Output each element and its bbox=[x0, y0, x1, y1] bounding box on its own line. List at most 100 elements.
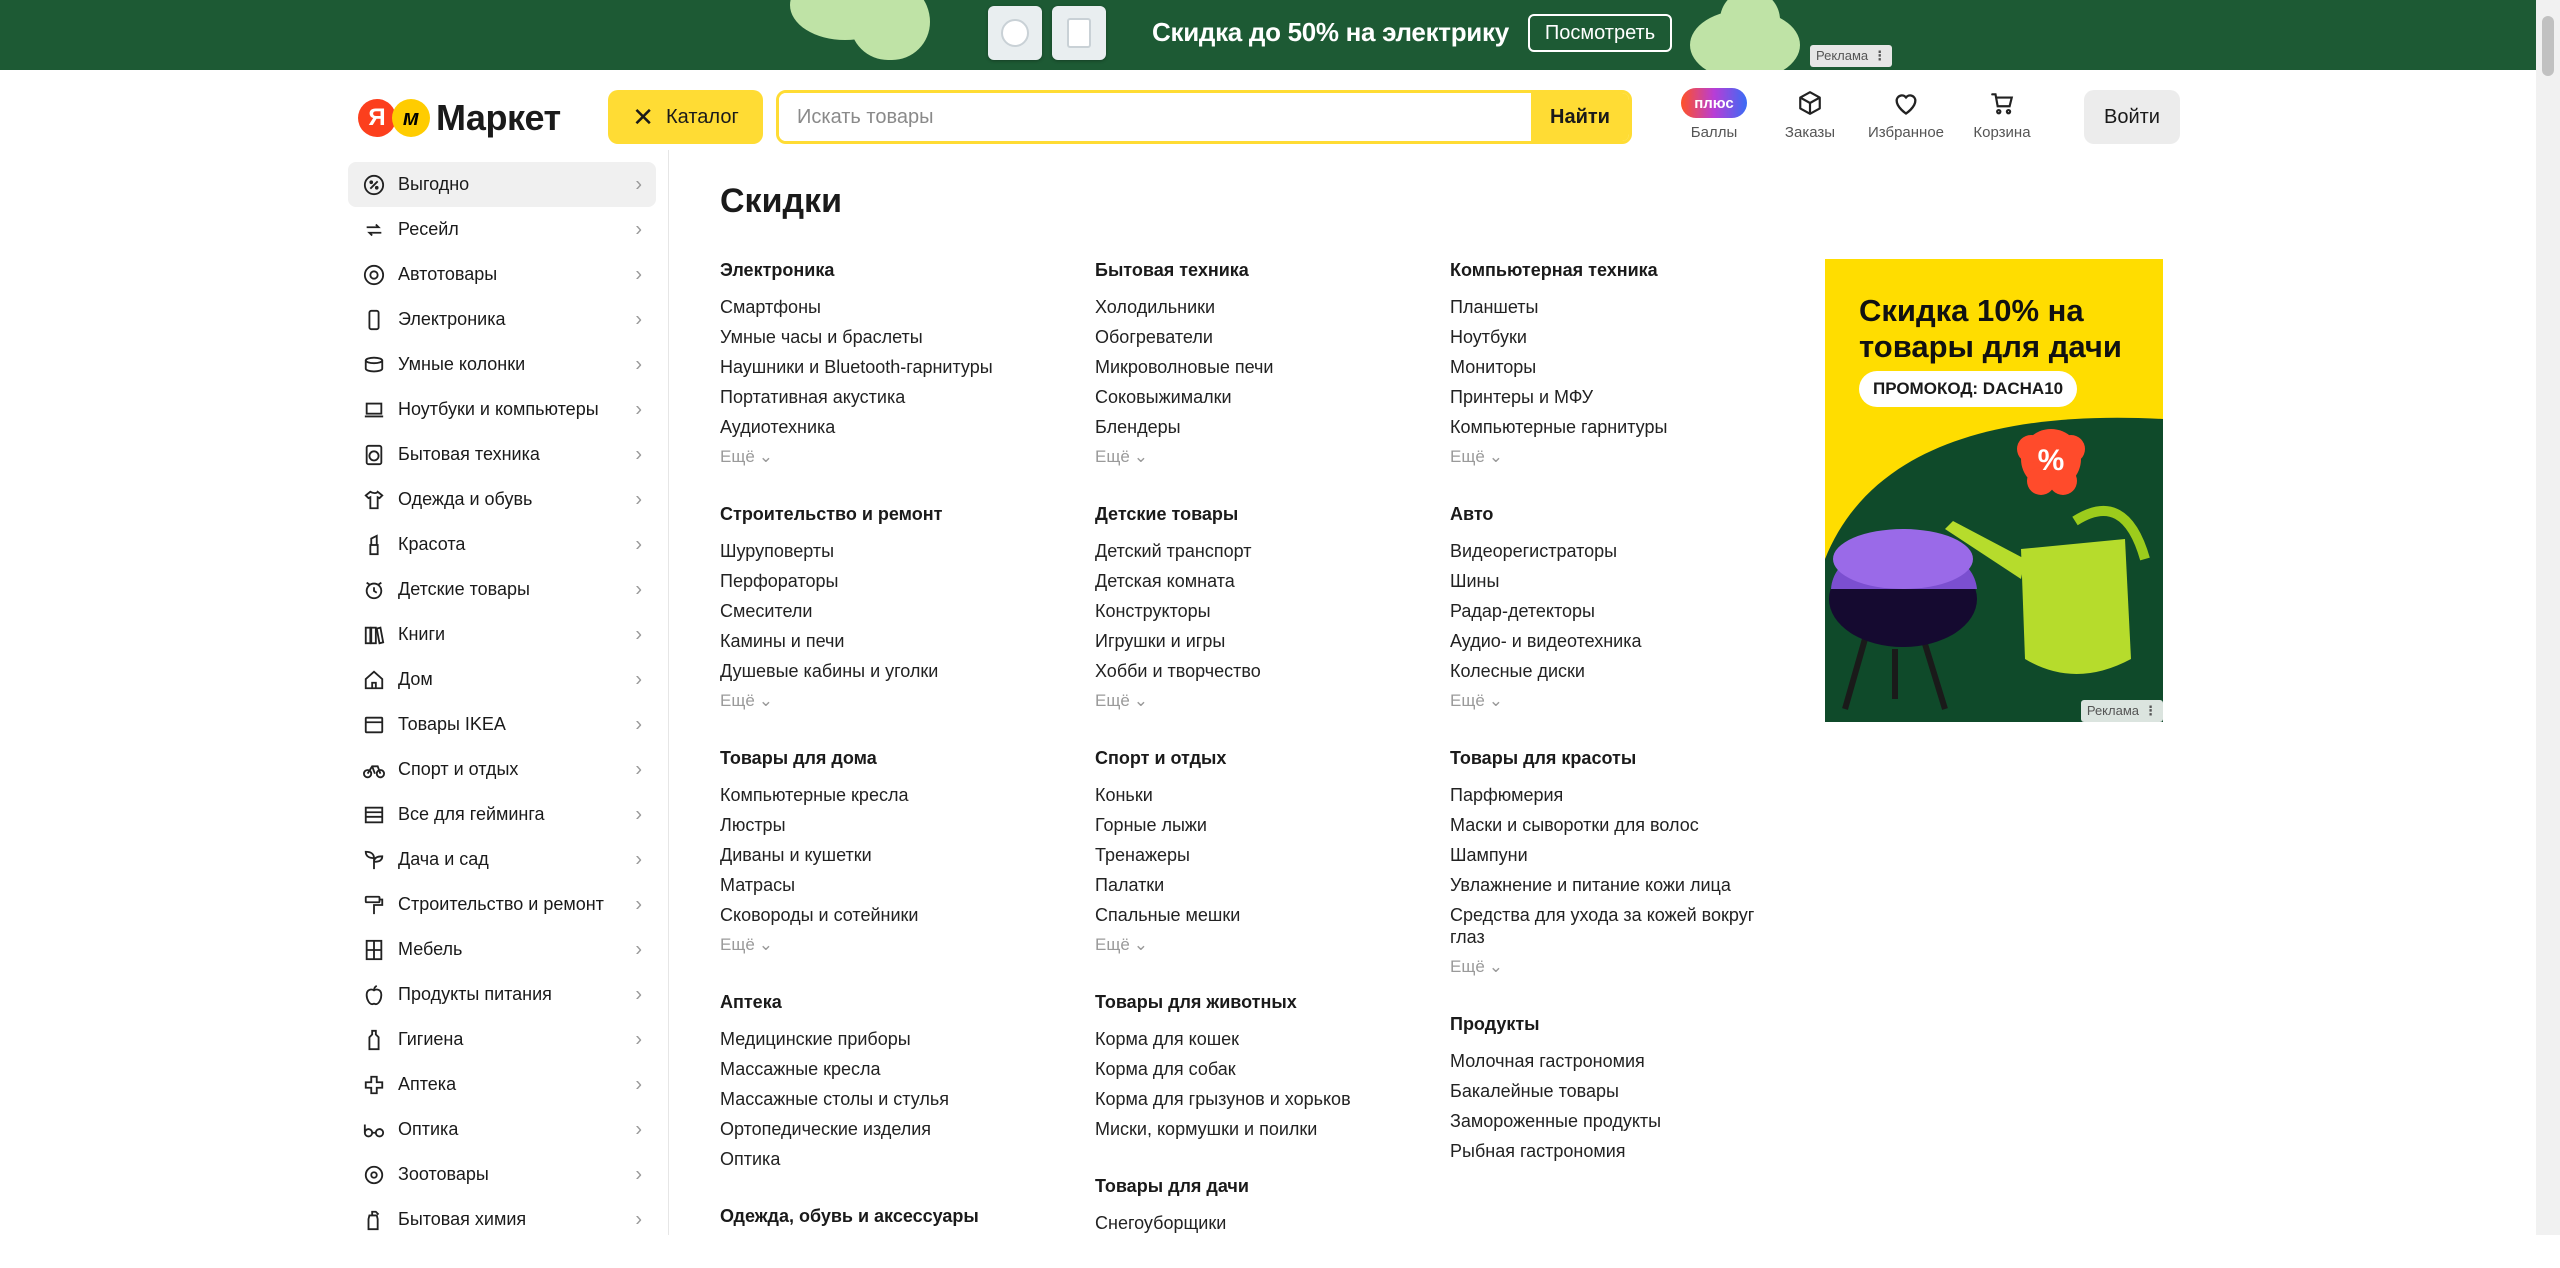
sidebar-item-beauty[interactable]: Красота › bbox=[348, 522, 656, 567]
sidebar-item-furniture[interactable]: Мебель › bbox=[348, 927, 656, 972]
category-link[interactable]: Обогреватели bbox=[1095, 322, 1435, 352]
category-link[interactable]: Хобби и творчество bbox=[1095, 656, 1435, 686]
sidebar-item-hygiene[interactable]: Гигиена › bbox=[348, 1017, 656, 1062]
show-more-button[interactable]: Ещё ⌄ bbox=[1450, 952, 1790, 982]
sidebar-item-books[interactable]: Книги › bbox=[348, 612, 656, 657]
category-link[interactable]: Диваны и кушетки bbox=[720, 840, 1060, 870]
category-link[interactable]: Душевые кабины и уголки bbox=[720, 656, 1060, 686]
category-link[interactable]: Маски и сыворотки для волос bbox=[1450, 810, 1790, 840]
nav-orders[interactable]: Заказы bbox=[1770, 88, 1850, 141]
category-link[interactable]: Игрушки и игры bbox=[1095, 626, 1435, 656]
category-link[interactable]: Шампуни bbox=[1450, 840, 1790, 870]
sidebar-item-auto[interactable]: Автотовары › bbox=[348, 252, 656, 297]
promo-view-button[interactable]: Посмотреть bbox=[1528, 14, 1672, 52]
category-link[interactable]: Медицинские приборы bbox=[720, 1024, 1060, 1054]
more-vertical-icon[interactable]: ⋮ bbox=[1873, 45, 1886, 67]
sidebar-item-food[interactable]: Продукты питания › bbox=[348, 972, 656, 1017]
category-link[interactable]: Миски, кормушки и поилки bbox=[1095, 1114, 1435, 1144]
category-link[interactable]: Наушники и Bluetooth-гарнитуры bbox=[720, 352, 1060, 382]
sidebar-item-kids[interactable]: Детские товары › bbox=[348, 567, 656, 612]
category-link[interactable]: Микроволновые печи bbox=[1095, 352, 1435, 382]
show-more-button[interactable]: Ещё ⌄ bbox=[720, 442, 1060, 472]
category-group-title[interactable]: Аптека bbox=[720, 990, 1060, 1014]
category-link[interactable]: Бакалейные товары bbox=[1450, 1076, 1790, 1106]
category-link[interactable]: Мониторы bbox=[1450, 352, 1790, 382]
category-link[interactable]: Колесные диски bbox=[1450, 656, 1790, 686]
category-link[interactable]: Соковыжималки bbox=[1095, 382, 1435, 412]
category-link[interactable]: Ортопедические изделия bbox=[720, 1114, 1060, 1144]
search-input[interactable] bbox=[779, 93, 1531, 141]
category-group-title[interactable]: Строительство и ремонт bbox=[720, 502, 1060, 526]
category-link[interactable]: Перфораторы bbox=[720, 566, 1060, 596]
category-link[interactable]: Ноутбуки bbox=[1450, 322, 1790, 352]
category-link[interactable]: Молочная гастрономия bbox=[1450, 1046, 1790, 1076]
nav-favorites[interactable]: Избранное bbox=[1866, 88, 1946, 141]
category-group-title[interactable]: Товары для красоты bbox=[1450, 746, 1790, 770]
category-link[interactable]: Детская комната bbox=[1095, 566, 1435, 596]
catalog-button[interactable]: ✕ Каталог bbox=[608, 90, 763, 144]
category-link[interactable]: Планшеты bbox=[1450, 292, 1790, 322]
show-more-button[interactable]: Ещё ⌄ bbox=[1450, 686, 1790, 716]
category-group-title[interactable]: Одежда, обувь и аксессуары bbox=[720, 1204, 1060, 1228]
ad-label[interactable]: Реклама ⋮ bbox=[2080, 700, 2163, 722]
category-link[interactable]: Спальные мешки bbox=[1095, 900, 1435, 930]
sidebar-item-laptops[interactable]: Ноутбуки и компьютеры › bbox=[348, 387, 656, 432]
category-link[interactable]: Компьютерные гарнитуры bbox=[1450, 412, 1790, 442]
category-link[interactable]: Коньки bbox=[1095, 780, 1435, 810]
category-link[interactable]: Горные лыжи bbox=[1095, 810, 1435, 840]
category-link[interactable]: Замороженные продукты bbox=[1450, 1106, 1790, 1136]
category-group-title[interactable]: Товары для животных bbox=[1095, 990, 1435, 1014]
show-more-button[interactable]: Ещё ⌄ bbox=[1450, 442, 1790, 472]
sidebar-item-clothes[interactable]: Одежда и обувь › bbox=[348, 477, 656, 522]
category-link[interactable]: Массажные кресла bbox=[720, 1054, 1060, 1084]
category-link[interactable]: Средства для ухода за кожей вокруг глаз bbox=[1450, 900, 1790, 952]
show-more-button[interactable]: Ещё ⌄ bbox=[1095, 930, 1435, 960]
category-link[interactable]: Корма для грызунов и хорьков bbox=[1095, 1084, 1435, 1114]
category-link[interactable]: Парфюмерия bbox=[1450, 780, 1790, 810]
category-link[interactable]: Портативная акустика bbox=[720, 382, 1060, 412]
nav-points[interactable]: плюс Баллы bbox=[1674, 88, 1754, 141]
category-group-title[interactable]: Авто bbox=[1450, 502, 1790, 526]
show-more-button[interactable]: Ещё ⌄ bbox=[1095, 442, 1435, 472]
sidebar-item-construction[interactable]: Строительство и ремонт › bbox=[348, 882, 656, 927]
category-group-title[interactable]: Детские товары bbox=[1095, 502, 1435, 526]
category-link[interactable]: Увлажнение и питание кожи лица bbox=[1450, 870, 1790, 900]
category-link[interactable]: Компьютерные кресла bbox=[720, 780, 1060, 810]
category-link[interactable]: Смесители bbox=[720, 596, 1060, 626]
sidebar-item-optics[interactable]: Оптика › bbox=[348, 1107, 656, 1152]
sidebar-item-ikea[interactable]: Товары IKEA › bbox=[348, 702, 656, 747]
sidebar-item-sport[interactable]: Спорт и отдых › bbox=[348, 747, 656, 792]
scrollbar-thumb[interactable] bbox=[2542, 16, 2554, 76]
category-link[interactable]: Радар-детекторы bbox=[1450, 596, 1790, 626]
category-link[interactable]: Тренажеры bbox=[1095, 840, 1435, 870]
category-group-title[interactable]: Продукты bbox=[1450, 1012, 1790, 1036]
category-link[interactable]: Шины bbox=[1450, 566, 1790, 596]
nav-cart[interactable]: Корзина bbox=[1962, 88, 2042, 141]
sidebar-item-household-chemicals[interactable]: Бытовая химия › bbox=[348, 1197, 656, 1242]
category-group-title[interactable]: Спорт и отдых bbox=[1095, 746, 1435, 770]
category-link[interactable]: Матрасы bbox=[720, 870, 1060, 900]
login-button[interactable]: Войти bbox=[2084, 90, 2180, 144]
sidebar-item-pharmacy[interactable]: Аптека › bbox=[348, 1062, 656, 1107]
more-vertical-icon[interactable]: ⋮ bbox=[2144, 700, 2157, 722]
show-more-button[interactable]: Ещё ⌄ bbox=[1095, 686, 1435, 716]
sidebar-item-gaming[interactable]: Все для гейминга › bbox=[348, 792, 656, 837]
category-link[interactable]: Умные часы и браслеты bbox=[720, 322, 1060, 352]
sidebar-item-pets[interactable]: Зоотовары › bbox=[348, 1152, 656, 1197]
market-logo[interactable]: Я м Маркет bbox=[358, 94, 561, 142]
category-link[interactable]: Оптика bbox=[720, 1144, 1060, 1174]
category-link[interactable]: Сковороды и сотейники bbox=[720, 900, 1060, 930]
category-link[interactable]: Холодильники bbox=[1095, 292, 1435, 322]
sidebar-item-appliances[interactable]: Бытовая техника › bbox=[348, 432, 656, 477]
category-group-title[interactable]: Компьютерная техника bbox=[1450, 258, 1790, 282]
category-link[interactable]: Люстры bbox=[720, 810, 1060, 840]
sidebar-item-garden[interactable]: Дача и сад › bbox=[348, 837, 656, 882]
sidebar-item-home[interactable]: Дом › bbox=[348, 657, 656, 702]
category-link[interactable]: Аудиотехника bbox=[720, 412, 1060, 442]
category-link[interactable]: Снегоуборщики bbox=[1095, 1208, 1435, 1238]
category-link[interactable]: Корма для кошек bbox=[1095, 1024, 1435, 1054]
category-group-title[interactable]: Бытовая техника bbox=[1095, 258, 1435, 282]
category-link[interactable]: Шуруповерты bbox=[720, 536, 1060, 566]
page-scrollbar[interactable] bbox=[2536, 0, 2560, 1235]
category-link[interactable]: Корма для собак bbox=[1095, 1054, 1435, 1084]
